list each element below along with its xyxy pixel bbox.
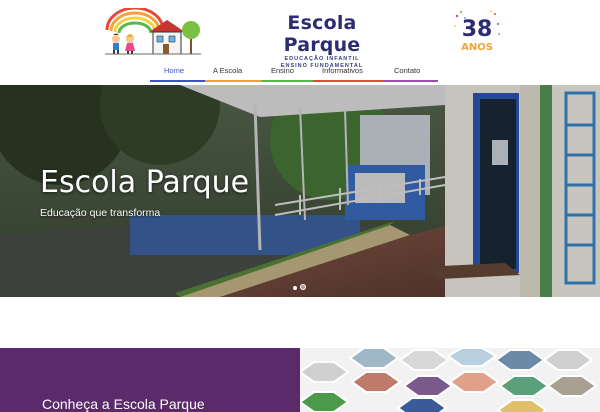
- nav-home[interactable]: Home: [164, 66, 184, 75]
- nav-contato[interactable]: Contato: [394, 66, 420, 75]
- nav-divider: [205, 80, 261, 82]
- nav-divider: [383, 80, 438, 82]
- about-title: Conheça a Escola Parque: [42, 396, 205, 412]
- hero-subtitle: Educação que transforma: [40, 207, 161, 219]
- slider-dot-active[interactable]: [293, 286, 297, 290]
- hero-slider[interactable]: Escola Parque Educação que transforma: [0, 85, 600, 297]
- badge-number: 38: [462, 17, 493, 42]
- nav-ensino[interactable]: Ensino: [271, 66, 294, 75]
- about-panel: Conheça a Escola Parque: [0, 348, 300, 412]
- slider-dots: [293, 277, 309, 295]
- slider-dot[interactable]: [300, 284, 306, 290]
- nav-active-underline: [150, 80, 205, 82]
- site-header: Escola Parque EDUCAÇÃO INFANTIL ENSINO F…: [0, 0, 600, 69]
- nav-divider: [313, 80, 383, 82]
- nav-informativos[interactable]: Informativos: [322, 66, 363, 75]
- anniversary-badge-icon: 38 ANOS: [454, 10, 500, 53]
- main-nav: Home A Escola Ensino Informativos Contat…: [0, 60, 600, 84]
- hexagon-collage-image: [300, 348, 598, 412]
- photo-collage: [300, 348, 600, 412]
- brand-name[interactable]: Escola Parque: [248, 12, 396, 56]
- nav-divider: [261, 80, 313, 82]
- school-logo-icon[interactable]: [103, 8, 203, 56]
- badge-word: ANOS: [461, 42, 493, 53]
- nav-a-escola[interactable]: A Escola: [213, 66, 242, 75]
- hero-title: Escola Parque: [40, 165, 250, 200]
